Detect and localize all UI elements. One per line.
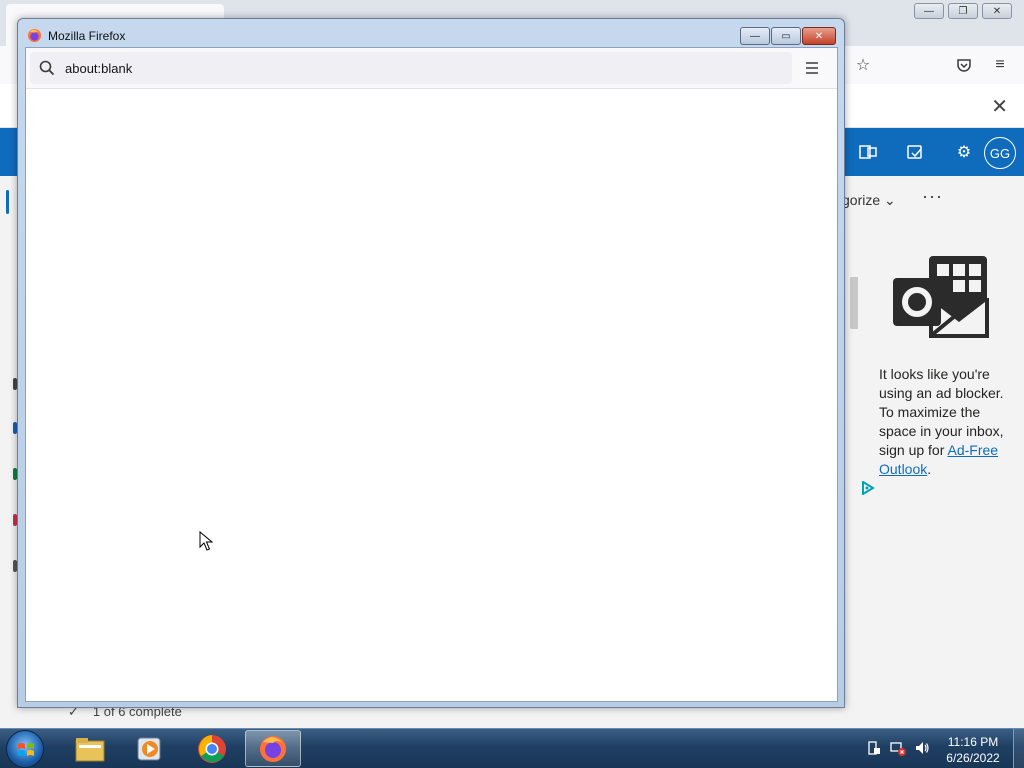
calendar-check-icon[interactable] — [903, 140, 927, 164]
popup-title: Mozilla Firefox — [48, 29, 126, 43]
popup-window-controls: — ▭ ✕ — [740, 27, 836, 45]
popup-close-button[interactable]: ✕ — [802, 27, 836, 45]
search-icon — [39, 60, 55, 76]
app-menu-icon[interactable]: ≡ — [990, 55, 1010, 75]
taskbar-firefox[interactable] — [245, 730, 301, 767]
windows-logo-icon — [18, 743, 34, 756]
mouse-cursor-icon — [199, 531, 213, 551]
background-window-controls: — ❐ ✕ — [914, 3, 1012, 19]
chevron-down-icon: ⌄ — [884, 192, 896, 208]
background-close-button[interactable]: ✕ — [982, 3, 1012, 19]
avatar[interactable]: GG — [984, 137, 1016, 169]
popup-titlebar[interactable]: Mozilla Firefox — ▭ ✕ — [18, 19, 844, 47]
folder-icon — [75, 737, 105, 761]
background-restore-button[interactable]: ❐ — [948, 3, 978, 19]
volume-icon[interactable] — [914, 740, 930, 756]
taskbar-media-player[interactable] — [122, 730, 178, 767]
ad-blocker-message: It looks like you're using an ad blocker… — [879, 365, 1011, 479]
address-bar[interactable]: about:blank — [30, 52, 792, 84]
firefox-popup-window: Mozilla Firefox — ▭ ✕ about:blank — [17, 18, 845, 708]
categorize-label: gorize — [842, 192, 881, 208]
adchoices-icon[interactable] — [861, 481, 875, 495]
settings-gear-icon[interactable]: ⚙ — [952, 140, 976, 164]
notification-close-icon[interactable]: ✕ — [991, 94, 1008, 119]
action-center-icon[interactable] — [866, 740, 882, 756]
address-text: about:blank — [65, 61, 133, 76]
network-error-icon[interactable] — [890, 740, 906, 756]
popup-client-area: about:blank — [25, 47, 838, 702]
more-options-button[interactable]: ··· — [922, 186, 943, 207]
taskbar-file-explorer[interactable] — [62, 730, 118, 767]
firefox-icon — [27, 28, 42, 43]
pocket-icon[interactable] — [954, 55, 974, 75]
clock-date: 6/26/2022 — [946, 751, 1000, 765]
blank-page-content[interactable] — [26, 89, 837, 701]
background-minimize-button[interactable]: — — [914, 3, 944, 19]
start-button[interactable] — [6, 730, 44, 768]
media-player-icon — [137, 737, 161, 760]
menu-icon[interactable] — [804, 60, 820, 76]
outlook-logo-icon — [893, 256, 989, 338]
categorize-button[interactable]: gorize ⌄ — [842, 192, 896, 209]
rail-selected-indicator — [6, 190, 9, 214]
system-clock[interactable]: 11:16 PM 6/26/2022 — [938, 734, 1008, 766]
popup-maximize-button[interactable]: ▭ — [771, 27, 801, 45]
word-icon[interactable] — [856, 140, 880, 164]
taskbar-chrome[interactable] — [184, 730, 240, 767]
show-desktop-button[interactable] — [1013, 729, 1024, 768]
popup-toolbar: about:blank — [26, 48, 837, 89]
ad-message-period: . — [927, 461, 932, 477]
firefox-taskbar-icon — [260, 735, 286, 762]
bookmark-star-icon[interactable]: ☆ — [853, 55, 873, 75]
chrome-icon — [198, 734, 226, 763]
clock-time: 11:16 PM — [947, 735, 999, 749]
popup-minimize-button[interactable]: — — [740, 27, 770, 45]
